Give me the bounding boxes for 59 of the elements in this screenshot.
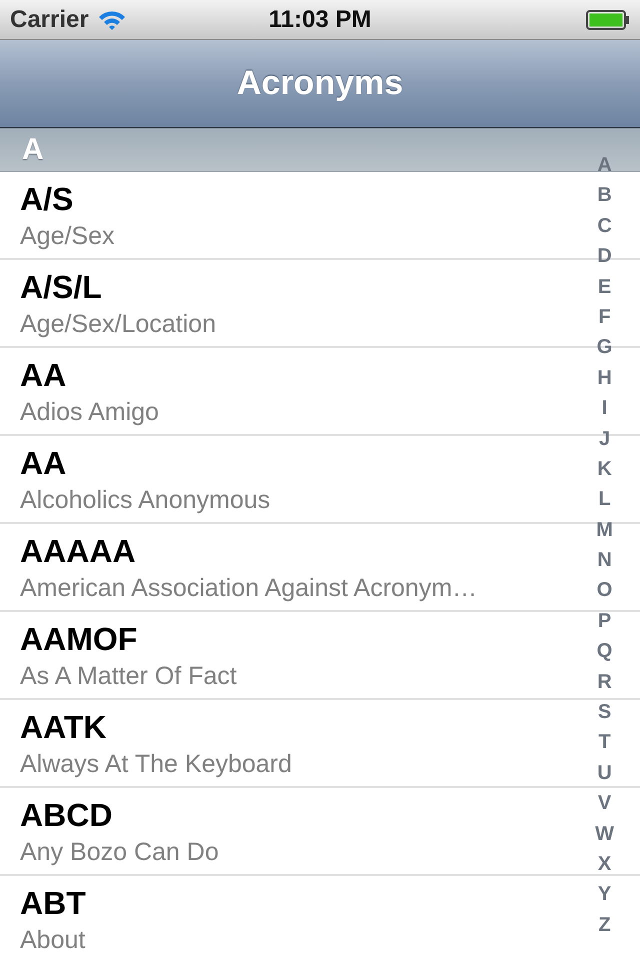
- list-row[interactable]: AAMOF As A Matter Of Fact: [0, 612, 570, 698]
- acronym-meaning: Age/Sex/Location: [20, 309, 216, 340]
- acronym-title: ABT: [20, 884, 86, 922]
- list-row[interactable]: A/S Age/Sex: [0, 172, 570, 258]
- carrier-name: Carrier: [10, 6, 89, 34]
- list-row[interactable]: AATK Always At The Keyboard: [0, 700, 570, 786]
- acronym-meaning: American Association Against Acronym…: [20, 573, 478, 604]
- index-letter[interactable]: U: [597, 758, 612, 788]
- index-letter[interactable]: S: [598, 697, 612, 728]
- index-letter[interactable]: M: [596, 514, 613, 546]
- battery-icon: [586, 8, 630, 30]
- acronym-meaning: Always At The Keyboard: [20, 749, 292, 780]
- index-letter[interactable]: I: [602, 393, 608, 424]
- acronym-title: AAMOF: [20, 620, 138, 658]
- index-letter[interactable]: H: [597, 362, 612, 394]
- acronym-title: ABCD: [20, 796, 112, 834]
- acronym-meaning: Adios Amigo: [20, 397, 159, 428]
- list-row[interactable]: AA Adios Amigo: [0, 348, 570, 434]
- index-letter[interactable]: L: [598, 484, 611, 515]
- index-letter[interactable]: V: [598, 788, 612, 819]
- index-letter[interactable]: Y: [598, 879, 612, 910]
- nav-title: Acronyms: [236, 64, 404, 103]
- index-letter[interactable]: A: [597, 150, 612, 180]
- index-letter[interactable]: G: [596, 332, 612, 363]
- index-letter[interactable]: E: [598, 272, 612, 302]
- clock-time: 11:03 PM: [268, 6, 372, 34]
- acronym-meaning: Any Bozo Can Do: [20, 837, 219, 868]
- index-letter[interactable]: Z: [598, 910, 611, 940]
- acronym-title: AATK: [20, 708, 106, 746]
- index-letter[interactable]: C: [597, 210, 612, 242]
- acronym-title: AAAAA: [20, 532, 136, 570]
- list-row[interactable]: A/S/L Age/Sex/Location: [0, 260, 570, 346]
- index-letter[interactable]: D: [597, 241, 612, 272]
- list-row[interactable]: AAAAA American Association Against Acronym…: [0, 524, 570, 610]
- index-letter[interactable]: K: [597, 454, 612, 484]
- acronym-meaning: Age/Sex: [20, 221, 115, 252]
- acronym-meaning: About: [20, 925, 86, 956]
- wifi-icon: [96, 8, 127, 30]
- index-letter[interactable]: W: [595, 818, 614, 849]
- section-title: A: [22, 133, 44, 167]
- list-row[interactable]: AA Alcoholics Anonymous: [0, 436, 570, 522]
- index-letter[interactable]: T: [598, 727, 611, 758]
- index-letter[interactable]: P: [598, 606, 612, 636]
- acronym-meaning: Alcoholics Anonymous: [20, 485, 270, 516]
- acronym-title: A/S/L: [20, 268, 102, 306]
- index-letter[interactable]: X: [598, 848, 612, 880]
- acronym-title: A/S: [20, 180, 74, 218]
- acronym-title: AA: [20, 444, 66, 482]
- acronym-title: AA: [20, 356, 66, 394]
- index-letter[interactable]: Q: [596, 636, 612, 667]
- list-row[interactable]: ABT About: [0, 876, 570, 960]
- acronym-meaning: As A Matter Of Fact: [20, 661, 237, 692]
- index-letter[interactable]: N: [597, 545, 612, 576]
- index-letter[interactable]: R: [597, 666, 612, 698]
- list-row[interactable]: ABCD Any Bozo Can Do: [0, 788, 570, 874]
- index-letter[interactable]: O: [596, 575, 612, 606]
- index-letter[interactable]: B: [597, 180, 612, 211]
- index-letter[interactable]: F: [598, 302, 611, 332]
- index-letter[interactable]: J: [598, 424, 610, 454]
